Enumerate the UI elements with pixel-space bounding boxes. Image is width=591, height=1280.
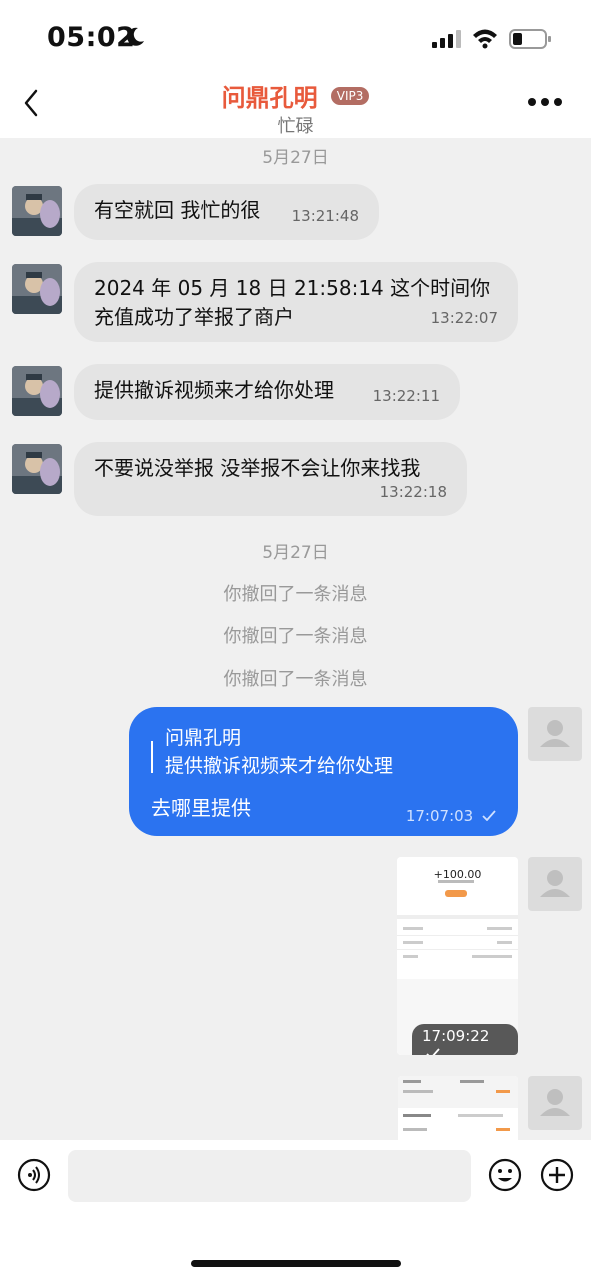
status-bar: 05:02 <box>0 0 591 78</box>
incoming-message[interactable]: 提供撤诉视频来才给你处理 13:22:11 <box>74 364 460 420</box>
image-message[interactable] <box>398 1076 518 1140</box>
quoted-sender: 问鼎孔明 <box>165 727 242 749</box>
user-placeholder-icon <box>540 870 570 897</box>
contact-avatar[interactable] <box>12 444 62 494</box>
image-time: 17:09:22 <box>412 1024 518 1055</box>
wifi-icon <box>473 29 497 49</box>
transaction-list-thumbnail <box>398 1076 518 1140</box>
date-separator: 5月27日 <box>262 543 329 563</box>
status-time: 05:02 <box>47 22 136 53</box>
vip-badge: VIP3 <box>330 86 370 105</box>
user-placeholder-icon <box>540 1089 570 1116</box>
voice-input-icon[interactable] <box>17 1158 51 1192</box>
recall-notice: 你撤回了一条消息 <box>223 584 368 605</box>
user-placeholder-icon <box>540 720 570 747</box>
my-avatar[interactable] <box>528 707 582 761</box>
recall-notice: 你撤回了一条消息 <box>223 626 368 647</box>
message-text: 去哪里提供 <box>151 796 251 820</box>
my-avatar[interactable] <box>528 857 582 911</box>
contact-avatar[interactable] <box>12 366 62 416</box>
moon-icon <box>127 27 144 46</box>
date-separator: 5月27日 <box>262 148 329 168</box>
contact-name[interactable]: 问鼎孔明 <box>222 78 318 113</box>
contact-status: 忙碌 <box>277 116 314 137</box>
outgoing-message[interactable]: 问鼎孔明 提供撤诉视频来才给你处理 去哪里提供 17:07:03 <box>129 707 518 836</box>
message-time: 13:21:48 <box>291 207 359 225</box>
recall-notice: 你撤回了一条消息 <box>223 669 368 690</box>
avatar-portrait-icon <box>12 186 62 236</box>
contact-avatar[interactable] <box>12 186 62 236</box>
contact-avatar[interactable] <box>12 264 62 314</box>
my-avatar[interactable] <box>528 1076 582 1130</box>
receipt-amount: +100.00 <box>433 868 482 881</box>
incoming-message[interactable]: 不要说没举报 没举报不会让你来找我 13:22:18 <box>74 442 467 516</box>
message-input[interactable] <box>68 1150 471 1202</box>
message-time: 17:07:03 <box>406 807 496 825</box>
message-text: 有空就回 我忙的很 <box>94 198 261 222</box>
title-row: 问鼎孔明 VIP3 <box>0 78 591 113</box>
quoted-text: 提供撤诉视频来才给你处理 <box>165 755 394 777</box>
check-icon <box>426 1048 440 1055</box>
input-bar <box>0 1140 591 1280</box>
message-time: 13:22:11 <box>372 387 440 405</box>
incoming-message[interactable]: 有空就回 我忙的很 13:21:48 <box>74 184 379 240</box>
avatar-portrait-icon <box>12 366 62 416</box>
chat-header: 问鼎孔明 VIP3 忙碌 <box>0 78 591 138</box>
message-time: 13:22:18 <box>379 483 447 501</box>
signal-icon <box>432 30 461 48</box>
emoji-icon[interactable] <box>488 1158 522 1192</box>
image-message[interactable]: +100.00 17:09:22 <box>397 857 518 1055</box>
plus-icon[interactable] <box>540 1158 574 1192</box>
check-icon <box>482 810 496 822</box>
more-options-icon[interactable] <box>527 96 563 108</box>
message-text: 提供撤诉视频来才给你处理 <box>94 378 334 402</box>
message-time: 13:22:07 <box>430 309 498 327</box>
home-indicator[interactable] <box>191 1260 401 1267</box>
quote-bar <box>151 741 153 773</box>
incoming-message[interactable]: 2024 年 05 月 18 日 21:58:14 这个时间你充值成功了举报了商… <box>74 262 518 342</box>
chat-area[interactable]: 5月27日 有空就回 我忙的很 13:21:48 2024 年 05 月 18 … <box>0 138 591 1140</box>
avatar-portrait-icon <box>12 444 62 494</box>
message-text: 不要说没举报 没举报不会让你来找我 <box>94 456 421 480</box>
avatar-portrait-icon <box>12 264 62 314</box>
battery-icon <box>509 29 551 49</box>
